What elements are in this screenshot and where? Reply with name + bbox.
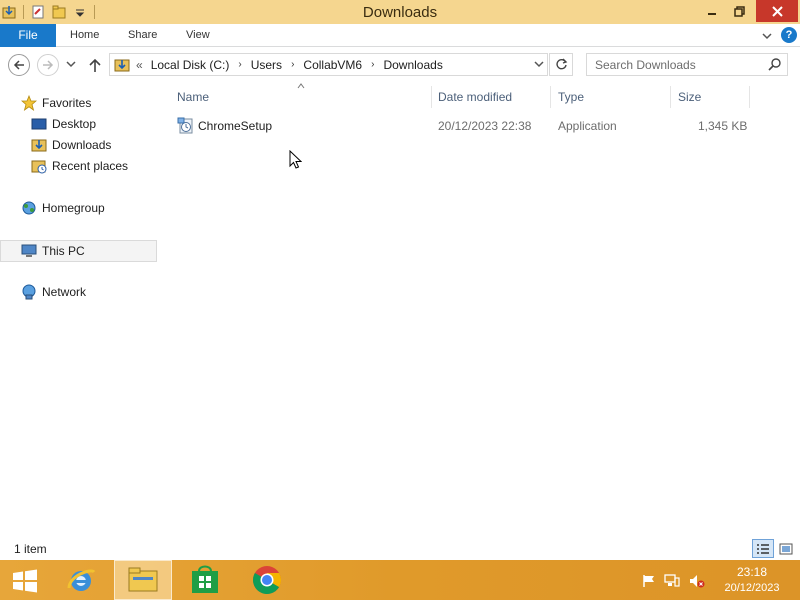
file-list[interactable]: Name Date modified Type Size ChromeSetup… xyxy=(158,83,800,536)
nav-item-desktop[interactable]: Desktop xyxy=(30,114,96,134)
breadcrumb-overflow[interactable]: « xyxy=(136,58,143,72)
item-count: 1 item xyxy=(14,542,47,556)
mouse-pointer-icon xyxy=(289,150,302,169)
nav-item-recent-places[interactable]: Recent places xyxy=(30,156,128,176)
refresh-button[interactable] xyxy=(549,53,573,76)
start-button[interactable] xyxy=(8,566,42,596)
nav-item-downloads[interactable]: Downloads xyxy=(30,135,111,155)
file-date-modified: 20/12/2023 22:38 xyxy=(438,119,532,133)
column-header-type[interactable]: Type xyxy=(554,86,671,108)
breadcrumb-separator[interactable]: › xyxy=(291,59,294,70)
arrow-right-icon xyxy=(43,60,54,70)
volume-muted-icon[interactable] xyxy=(688,572,706,590)
taskbar-file-explorer[interactable] xyxy=(114,560,172,600)
taskbar-store[interactable] xyxy=(176,560,234,600)
installer-icon xyxy=(177,117,195,135)
close-icon xyxy=(771,5,783,17)
homegroup-icon xyxy=(20,200,38,216)
details-view-icon xyxy=(757,543,769,554)
navigation-pane: Favorites Desktop Downloads Recent place… xyxy=(0,83,158,536)
forward-button[interactable] xyxy=(37,54,59,76)
nav-label: This PC xyxy=(42,244,85,258)
arrow-up-icon xyxy=(89,58,101,72)
refresh-icon xyxy=(555,58,567,70)
address-bar[interactable]: « Local Disk (C:) › Users › CollabVM6 › … xyxy=(109,53,548,76)
computer-icon xyxy=(20,243,38,259)
up-button[interactable] xyxy=(86,56,104,74)
nav-label: Homegroup xyxy=(42,201,105,215)
close-button[interactable] xyxy=(756,0,798,22)
clock-date[interactable]: 20/12/2023 xyxy=(718,582,786,594)
expand-ribbon-button[interactable] xyxy=(760,29,774,43)
nav-label: Network xyxy=(42,285,87,299)
breadcrumb-downloads[interactable]: Downloads xyxy=(383,58,442,72)
file-row[interactable]: ChromeSetup 20/12/2023 22:38 Application… xyxy=(175,115,755,137)
status-bar: 1 item xyxy=(0,538,800,560)
column-header-size[interactable]: Size xyxy=(674,86,750,108)
nav-item-favorites[interactable]: Favorites xyxy=(20,93,91,113)
restore-icon xyxy=(733,5,745,17)
store-icon xyxy=(192,565,218,593)
nav-label: Recent places xyxy=(52,159,129,173)
tab-file[interactable]: File xyxy=(0,24,56,47)
breadcrumb-users[interactable]: Users xyxy=(251,58,282,72)
minimize-button[interactable] xyxy=(698,0,726,22)
recent-places-icon xyxy=(30,158,48,174)
restore-button[interactable] xyxy=(726,0,752,22)
ribbon-tab-strip: File Home Share View ? xyxy=(0,24,800,47)
arrow-left-icon xyxy=(13,60,24,70)
internet-explorer-icon xyxy=(67,569,96,591)
file-name[interactable]: ChromeSetup xyxy=(198,118,272,134)
downloads-folder-icon xyxy=(30,137,48,153)
windows-logo-icon xyxy=(13,569,37,593)
taskbar-internet-explorer[interactable] xyxy=(52,560,110,600)
nav-item-this-pc[interactable]: This PC xyxy=(0,240,157,262)
tab-view[interactable]: View xyxy=(186,24,210,47)
chevron-down-icon xyxy=(762,33,772,40)
file-size: 1,345 KB xyxy=(698,119,748,133)
taskbar-chrome[interactable] xyxy=(238,560,296,600)
back-button[interactable] xyxy=(8,54,30,76)
nav-item-homegroup[interactable]: Homegroup xyxy=(20,198,105,218)
column-header-date-modified[interactable]: Date modified xyxy=(434,86,551,108)
large-icons-view-button[interactable] xyxy=(776,539,796,558)
network-icon xyxy=(20,284,38,300)
chrome-icon xyxy=(253,566,281,594)
search-icon[interactable] xyxy=(768,58,781,71)
address-history-dropdown[interactable] xyxy=(533,58,545,70)
nav-label: Desktop xyxy=(52,117,97,131)
downloads-folder-icon xyxy=(114,57,130,73)
chevron-down-icon xyxy=(66,61,76,68)
column-header-name[interactable]: Name xyxy=(173,86,432,108)
window-title: Downloads xyxy=(362,4,438,21)
title-bar[interactable]: Downloads xyxy=(0,0,800,24)
file-type: Application xyxy=(558,119,617,133)
action-center-flag-icon[interactable] xyxy=(640,572,658,590)
chevron-down-icon xyxy=(534,61,544,68)
nav-item-network[interactable]: Network xyxy=(20,282,86,302)
clock-time[interactable]: 23:18 xyxy=(720,565,784,579)
file-explorer-icon xyxy=(128,567,158,592)
breadcrumb-separator[interactable]: › xyxy=(238,59,241,70)
breadcrumb-collabvm6[interactable]: CollabVM6 xyxy=(303,58,362,72)
breadcrumb-separator[interactable]: › xyxy=(371,59,374,70)
help-icon[interactable]: ? xyxy=(781,27,797,43)
tab-home[interactable]: Home xyxy=(70,24,99,47)
tab-share[interactable]: Share xyxy=(128,24,157,47)
nav-label: Favorites xyxy=(42,96,92,110)
star-icon xyxy=(20,95,38,111)
nav-label: Downloads xyxy=(52,138,112,152)
desktop-icon xyxy=(30,116,48,132)
search-input[interactable] xyxy=(587,54,763,75)
recent-locations-button[interactable] xyxy=(64,57,78,71)
details-view-button[interactable] xyxy=(752,539,774,558)
large-icons-view-icon xyxy=(779,543,793,554)
breadcrumb-local-disk[interactable]: Local Disk (C:) xyxy=(151,58,230,72)
navigation-bar: « Local Disk (C:) › Users › CollabVM6 › … xyxy=(0,47,800,83)
search-box xyxy=(586,53,788,76)
network-status-icon[interactable] xyxy=(663,572,681,590)
taskbar: 23:18 20/12/2023 xyxy=(0,560,800,600)
minimize-icon xyxy=(708,13,716,15)
